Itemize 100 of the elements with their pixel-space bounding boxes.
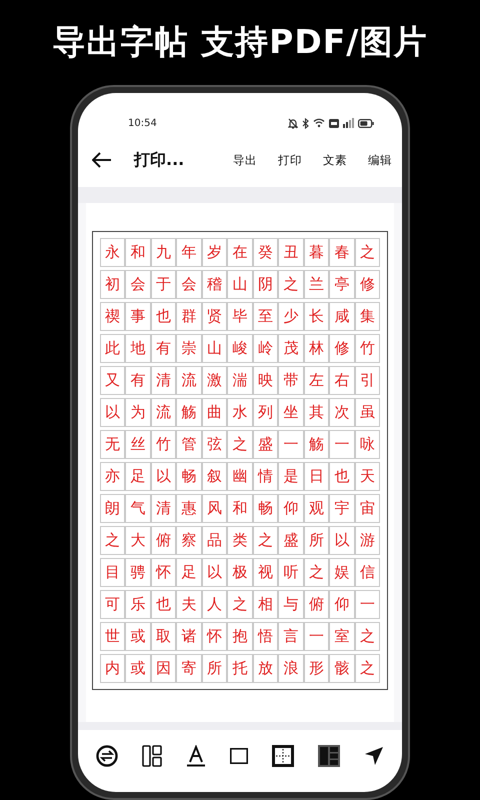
character-cell: 群	[176, 302, 202, 331]
character-cell: 骋	[125, 558, 151, 587]
character-cell: 相	[252, 590, 278, 619]
character-cell: 在	[227, 238, 253, 267]
toolbar-action[interactable]: 编辑	[368, 152, 392, 168]
character-cell: 朗	[100, 494, 126, 523]
character-cell: 因	[150, 654, 176, 683]
character-cell: 为	[125, 398, 151, 427]
toolbar-action[interactable]: 打印	[278, 152, 302, 168]
battery-icon	[358, 118, 374, 128]
character-cell: 幽	[227, 462, 253, 491]
square-icon[interactable]	[230, 748, 248, 764]
character-cell: 游	[354, 526, 380, 555]
letter-a-icon[interactable]	[186, 745, 206, 767]
toolbar-action[interactable]: 导出	[233, 152, 257, 168]
character-cell: 所	[304, 526, 330, 555]
character-cell: 惠	[176, 494, 202, 523]
character-cell: 丑	[278, 238, 304, 267]
character-cell: 林	[304, 334, 330, 363]
character-cell: 引	[354, 366, 380, 395]
character-cell: 之	[354, 238, 380, 267]
character-cell: 娱	[329, 558, 355, 587]
character-cell: 之	[354, 654, 380, 683]
character-cell: 一	[278, 430, 304, 459]
character-cell: 听	[278, 558, 304, 587]
back-arrow-icon[interactable]	[92, 152, 112, 168]
character-cell: 浪	[278, 654, 304, 683]
character-cell: 和	[125, 238, 151, 267]
character-cell: 亦	[100, 462, 126, 491]
character-cell: 虽	[354, 398, 380, 427]
wifi-icon	[313, 118, 325, 128]
character-cell: 至	[252, 302, 278, 331]
character-cell: 稽	[202, 270, 228, 299]
character-cell: 之	[278, 270, 304, 299]
character-cell: 或	[125, 622, 151, 651]
character-cell: 抱	[227, 622, 253, 651]
swap-icon[interactable]	[96, 745, 118, 767]
character-cell: 带	[278, 366, 304, 395]
character-cell: 极	[227, 558, 253, 587]
character-cell: 兰	[304, 270, 330, 299]
character-cell: 无	[100, 430, 126, 459]
character-cell: 是	[278, 462, 304, 491]
character-cell: 其	[304, 398, 330, 427]
character-cell: 山	[202, 334, 228, 363]
character-cell: 岭	[252, 334, 278, 363]
character-cell: 气	[125, 494, 151, 523]
character-cell: 暮	[304, 238, 330, 267]
character-cell: 以	[100, 398, 126, 427]
character-cell: 山	[227, 270, 253, 299]
character-cell: 地	[125, 334, 151, 363]
character-cell: 崇	[176, 334, 202, 363]
character-cell: 水	[227, 398, 253, 427]
character-cell: 事	[125, 302, 151, 331]
character-cell: 一	[304, 622, 330, 651]
character-cell: 峻	[227, 334, 253, 363]
character-cell: 和	[227, 494, 253, 523]
character-cell: 怀	[202, 622, 228, 651]
character-cell: 足	[176, 558, 202, 587]
character-cell: 观	[304, 494, 330, 523]
character-cell: 之	[252, 526, 278, 555]
character-cell: 流	[176, 366, 202, 395]
character-cell: 宙	[354, 494, 380, 523]
character-cell: 初	[100, 270, 126, 299]
character-cell: 癸	[252, 238, 278, 267]
navigation-arrow-icon[interactable]	[364, 746, 384, 766]
grid-cross-icon[interactable]	[272, 745, 294, 767]
character-cell: 修	[354, 270, 380, 299]
toolbar-action[interactable]: 文素	[323, 152, 347, 168]
character-cell: 也	[150, 302, 176, 331]
character-cell: 寄	[176, 654, 202, 683]
character-cell: 之	[227, 430, 253, 459]
character-cell: 弦	[202, 430, 228, 459]
character-cell: 骸	[329, 654, 355, 683]
character-cell: 此	[100, 334, 126, 363]
character-cell: 永	[100, 238, 126, 267]
character-cell: 亭	[329, 270, 355, 299]
character-cell: 有	[125, 366, 151, 395]
character-cell: 曲	[202, 398, 228, 427]
character-cell: 咸	[329, 302, 355, 331]
character-cell: 映	[252, 366, 278, 395]
character-cell: 视	[252, 558, 278, 587]
character-cell: 日	[304, 462, 330, 491]
character-cell: 之	[227, 590, 253, 619]
character-cell: 托	[227, 654, 253, 683]
layout-columns-icon[interactable]	[142, 745, 162, 767]
bell-off-icon	[288, 118, 298, 128]
character-cell: 察	[176, 526, 202, 555]
character-cell: 畅	[252, 494, 278, 523]
character-cell: 也	[150, 590, 176, 619]
signal-icon	[343, 118, 354, 128]
character-cell: 竹	[150, 430, 176, 459]
character-cell: 悟	[252, 622, 278, 651]
character-cell: 盛	[278, 526, 304, 555]
character-cell: 丝	[125, 430, 151, 459]
character-cell: 风	[202, 494, 228, 523]
character-cell: 俯	[150, 526, 176, 555]
character-cell: 长	[304, 302, 330, 331]
tiles-icon[interactable]	[318, 745, 340, 767]
character-cell: 品	[202, 526, 228, 555]
character-cell: 少	[278, 302, 304, 331]
